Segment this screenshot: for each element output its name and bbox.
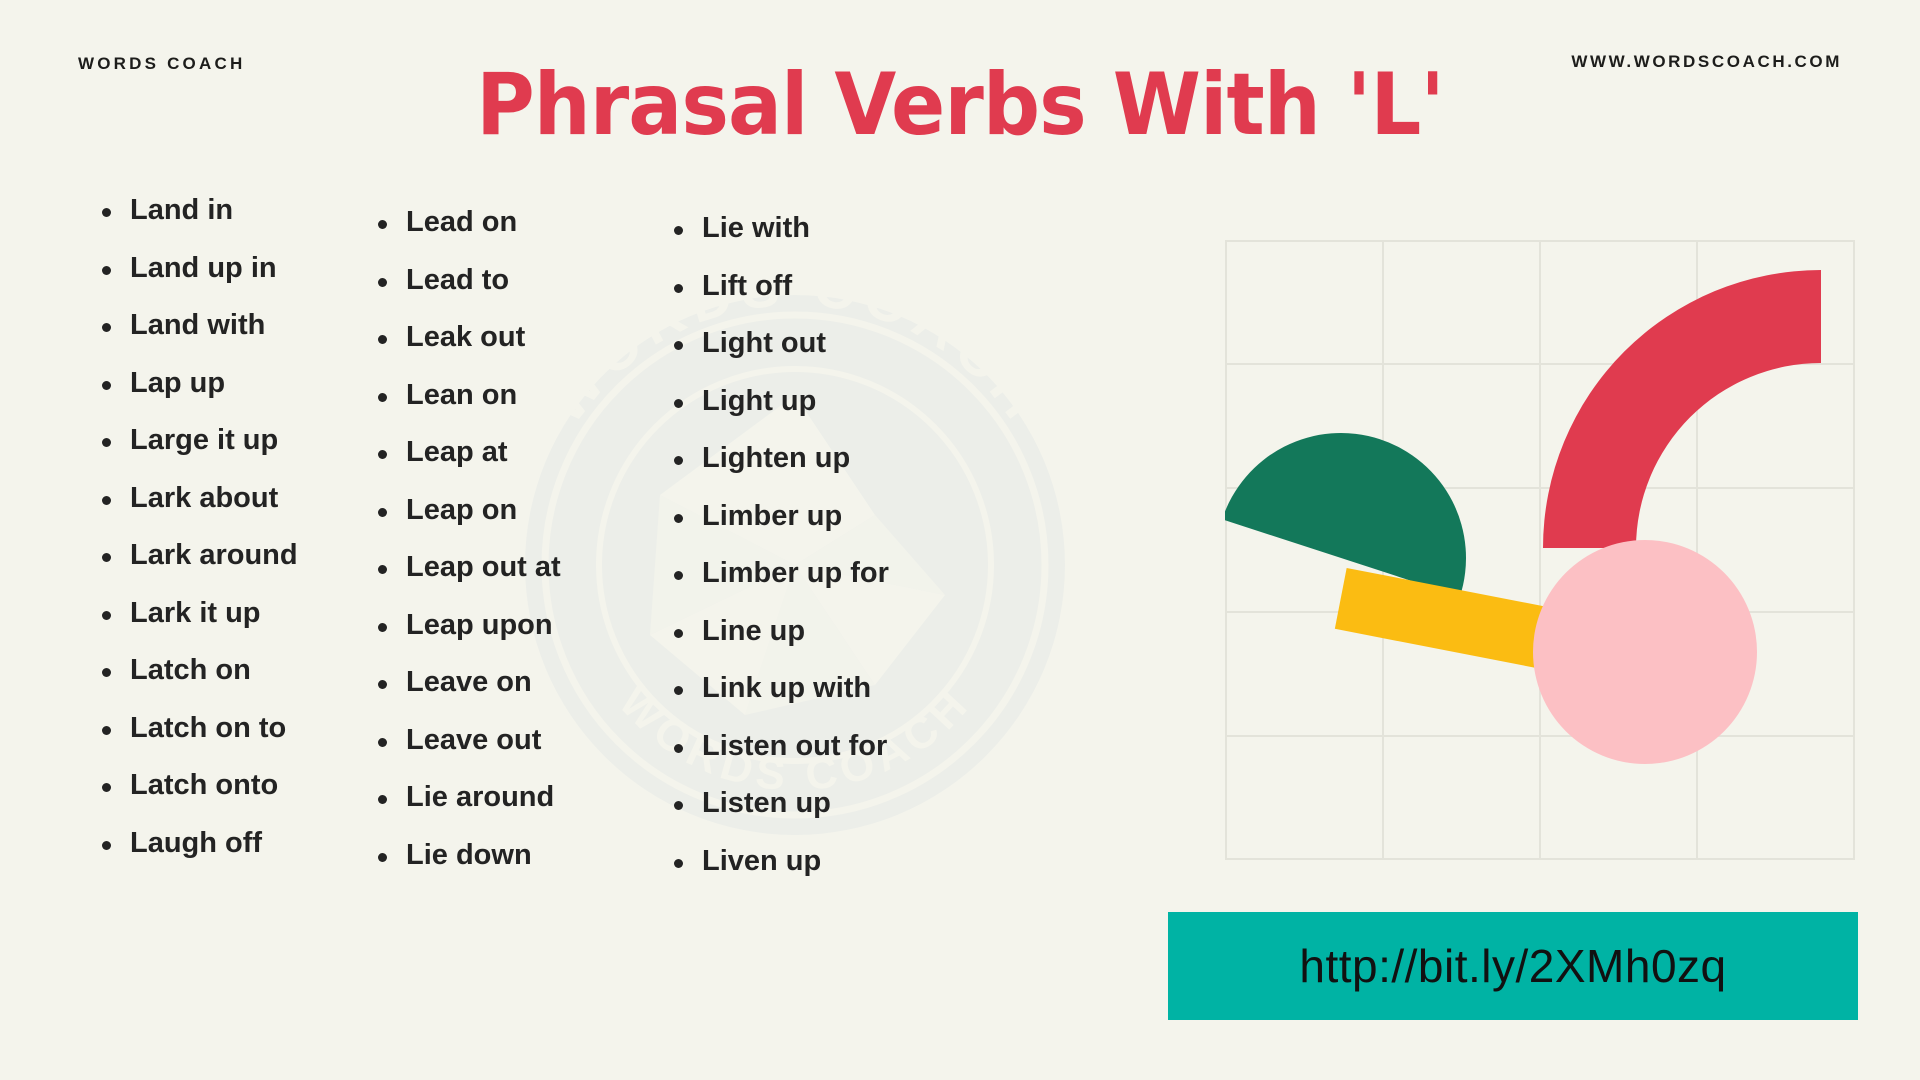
list-item: Light up [668,386,990,416]
url-banner[interactable]: http://bit.ly/2XMh0zq [1168,912,1858,1020]
verb-list-2: Lead on Lead to Leak out Lean on Leap at… [372,208,650,870]
list-item: Latch on [96,656,350,685]
short-url-text: http://bit.ly/2XMh0zq [1299,940,1727,992]
list-item: Lark it up [96,598,350,628]
list-item: Lap up [96,368,350,398]
list-item: Leap out at [372,553,650,582]
pink-circle-shape [1533,540,1757,764]
list-item: Lean on [372,380,650,410]
list-item: Line up [668,616,990,646]
page-title: Phrasal Verbs With 'L' [476,55,1445,155]
list-item: Land in [96,196,350,225]
list-item: Listen out for [668,731,990,761]
list-item: Lark about [96,483,350,513]
decorative-artwork [1222,240,1855,860]
list-item: Leave out [372,725,650,755]
list-item: Liven up [668,846,990,876]
list-item: Light out [668,329,990,358]
list-item: Latch onto [96,771,350,800]
verb-column-1: Land in Land up in Land with Lap up Larg… [0,196,350,904]
list-item: Leak out [372,323,650,352]
list-item: Leap on [372,495,650,525]
list-item: Link up with [668,674,990,703]
poster-root: WORDS COACH WORDS COACH WORDS COACH WWW.… [0,0,1920,1080]
list-item: Land with [96,311,350,340]
verb-column-3: Lie with Lift off Light out Light up Lig… [650,196,990,904]
green-half-circle-shape [1222,433,1466,597]
verb-list-1: Land in Land up in Land with Lap up Larg… [96,196,350,858]
list-item: Land up in [96,253,350,283]
list-item: Laugh off [96,828,350,858]
list-item: Lie with [668,214,990,243]
list-item: Large it up [96,426,350,455]
list-item: Latch on to [96,713,350,743]
red-quarter-arc-shape [1543,270,1821,548]
list-item: Lift off [668,271,990,301]
list-item: Lie down [372,840,650,870]
list-item: Leap upon [372,610,650,640]
list-item: Limber up [668,501,990,531]
phrasal-verb-columns: Land in Land up in Land with Lap up Larg… [0,196,1180,904]
list-item: Lighten up [668,444,990,473]
list-item: Leap at [372,438,650,467]
list-item: Lead to [372,265,650,295]
verb-column-2: Lead on Lead to Leak out Lean on Leap at… [350,196,650,904]
list-item: Lead on [372,208,650,237]
list-item: Listen up [668,789,990,818]
list-item: Lie around [372,783,650,812]
verb-list-3: Lie with Lift off Light out Light up Lig… [668,214,990,876]
list-item: Limber up for [668,559,990,588]
list-item: Leave on [372,668,650,697]
list-item: Lark around [96,541,350,570]
